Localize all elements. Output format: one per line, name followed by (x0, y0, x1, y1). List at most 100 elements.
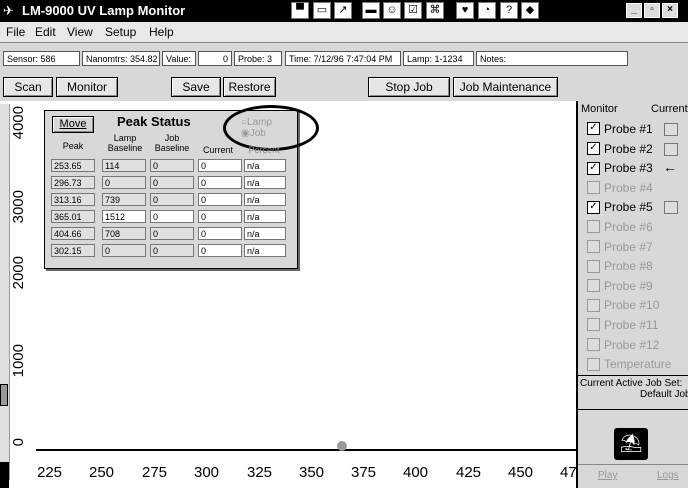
x-tick-350: 350 (299, 464, 325, 481)
scroll-arrow-down-icon[interactable] (0, 462, 9, 488)
checkbox-checked-icon[interactable]: ✓ (587, 200, 600, 214)
x-tick-225: 225 (37, 464, 63, 481)
checkbox-icon[interactable] (587, 298, 600, 312)
help-icon[interactable]: ? (500, 2, 518, 19)
peak-cell[interactable]: 1512 (102, 210, 146, 223)
x-tick-475: 47 (560, 464, 577, 481)
menu-setup[interactable]: Setup (105, 25, 136, 39)
checkbox-icon[interactable] (587, 279, 600, 293)
checkbox-icon[interactable] (587, 239, 600, 253)
heart-icon[interactable]: ♥ (456, 2, 474, 19)
checkbox-icon[interactable] (587, 181, 600, 195)
probe-checkbox-row[interactable]: Temperature (587, 356, 671, 372)
peak-cell[interactable]: 0 (150, 227, 194, 240)
menu-file[interactable]: File (6, 25, 25, 39)
peak-cell[interactable]: 0 (198, 176, 242, 189)
peak-cell[interactable]: 0 (150, 159, 194, 172)
status-bar: Sensor: 586 Nanomtrs: 354.82 Value: 0 Pr… (0, 43, 688, 73)
checkbox-checked-icon[interactable]: ✓ (587, 122, 600, 136)
peak-cell[interactable]: n/a (244, 227, 286, 240)
window-icon[interactable]: ▭ (313, 2, 331, 19)
peak-cell[interactable]: 0 (198, 244, 242, 257)
peak-cell[interactable]: 0 (150, 176, 194, 189)
probe-label: Probe #12 (604, 337, 660, 352)
peak-cell[interactable]: n/a (244, 176, 286, 189)
notes-field[interactable]: Notes: (476, 51, 628, 66)
lamp-field: Lamp: 1-1234 (403, 51, 474, 66)
probe-checkbox-row[interactable]: Probe #4 (587, 180, 653, 196)
title-bar: ✈ LM-9000 UV Lamp Monitor ▀ ▭ ↗ ▬ ☺ ☑ ⌘ … (0, 0, 688, 22)
checkbox-icon[interactable] (587, 220, 600, 234)
pie-icon[interactable]: ◔ (478, 2, 496, 19)
monitor-button[interactable]: Monitor (56, 77, 118, 97)
peak-cell[interactable]: 0 (102, 244, 146, 257)
time-field: Time: 7/12/96 7:47:04 PM (285, 51, 401, 66)
probe-checkbox-row[interactable]: ✓ Probe #5 (587, 199, 653, 215)
probe-label: Probe #8 (604, 259, 653, 274)
probe-checkbox-row[interactable]: Probe #10 (587, 297, 659, 313)
peak-cell[interactable]: 739 (102, 193, 146, 206)
close-button[interactable]: × (662, 3, 678, 18)
probe-checkbox-row[interactable]: Probe #7 (587, 239, 653, 255)
menu-view[interactable]: View (67, 25, 93, 39)
gem-icon[interactable]: ◆ (521, 2, 539, 19)
peak-cell[interactable]: 0 (198, 210, 242, 223)
peak-cell[interactable]: 0 (198, 227, 242, 240)
shortcut-icon[interactable]: ⌘ (426, 2, 444, 19)
probe-checkbox-row[interactable]: Probe #6 (587, 219, 653, 235)
checkbox-icon[interactable]: ☑ (404, 2, 422, 19)
person-icon[interactable]: ☺ (383, 2, 401, 19)
maximize-button[interactable]: ▫ (644, 3, 660, 18)
divider (578, 375, 688, 376)
probe-checkbox-row[interactable]: Probe #12 (587, 337, 659, 353)
checkbox-icon[interactable] (587, 337, 600, 351)
probe-checkbox-row[interactable]: Probe #11 (587, 317, 659, 333)
peak-cell[interactable]: 0 (150, 244, 194, 257)
checkbox-checked-icon[interactable]: ✓ (587, 141, 600, 155)
restore-button[interactable]: Restore (223, 77, 276, 97)
stop-job-button[interactable]: Stop Job (368, 77, 450, 97)
peak-cell[interactable]: 0 (198, 159, 242, 172)
move-button[interactable]: Move (52, 116, 94, 133)
scan-button[interactable]: Scan (3, 77, 53, 97)
probe-checkbox-row[interactable]: Probe #8 (587, 258, 653, 274)
scroll-thumb[interactable] (0, 384, 8, 406)
vertical-scrollbar[interactable] (0, 104, 10, 480)
probe-checkbox-row[interactable]: ✓ Probe #1 (587, 121, 653, 137)
probe-checkbox-row[interactable]: Probe #9 (587, 278, 653, 294)
peak-status-window[interactable]: Move Peak Status ○Lamp ◉Job Peak Lamp Ba… (44, 105, 319, 269)
menu-edit[interactable]: Edit (35, 25, 56, 39)
checkbox-checked-icon[interactable]: ✓ (587, 161, 600, 175)
monitor-icon[interactable]: ▀ (291, 2, 309, 19)
peak-cell[interactable]: n/a (244, 159, 286, 172)
probe-label: Probe #3 (604, 161, 653, 176)
logs-button[interactable]: Logs (657, 470, 679, 481)
peak-cell[interactable]: n/a (244, 193, 286, 206)
job-maintenance-button[interactable]: Job Maintenance (453, 77, 558, 97)
minimize-button[interactable]: _ (626, 3, 642, 18)
save-button[interactable]: Save (171, 77, 221, 97)
current-indicator (664, 201, 678, 215)
menu-help[interactable]: Help (149, 25, 174, 39)
peak-status-title: Peak Status (117, 114, 191, 129)
peak-cell[interactable]: 0 (198, 193, 242, 206)
peak-cell[interactable]: 0 (102, 176, 146, 189)
y-tick-1000: 1000 (10, 344, 27, 378)
chart-icon[interactable]: ↗ (334, 2, 352, 19)
peak-cell[interactable]: 0 (150, 193, 194, 206)
peak-cell[interactable]: 0 (150, 210, 194, 223)
checkbox-icon[interactable] (587, 357, 600, 371)
data-point-marker (337, 441, 347, 451)
peak-cell[interactable]: n/a (244, 244, 286, 257)
peak-cell[interactable]: n/a (244, 210, 286, 223)
probe-checkbox-row[interactable]: ✓ Probe #3 (587, 160, 653, 176)
display-icon[interactable]: ▬ (362, 2, 380, 19)
checkbox-icon[interactable] (587, 259, 600, 273)
value-label: Value: (162, 51, 196, 66)
aircraft-icon[interactable]: ✈ (3, 3, 19, 18)
checkbox-icon[interactable] (587, 318, 600, 332)
peak-cell[interactable]: 708 (102, 227, 146, 240)
play-button[interactable]: Play (598, 470, 617, 481)
probe-checkbox-row[interactable]: ✓ Probe #2 (587, 141, 653, 157)
peak-cell[interactable]: 114 (102, 159, 146, 172)
